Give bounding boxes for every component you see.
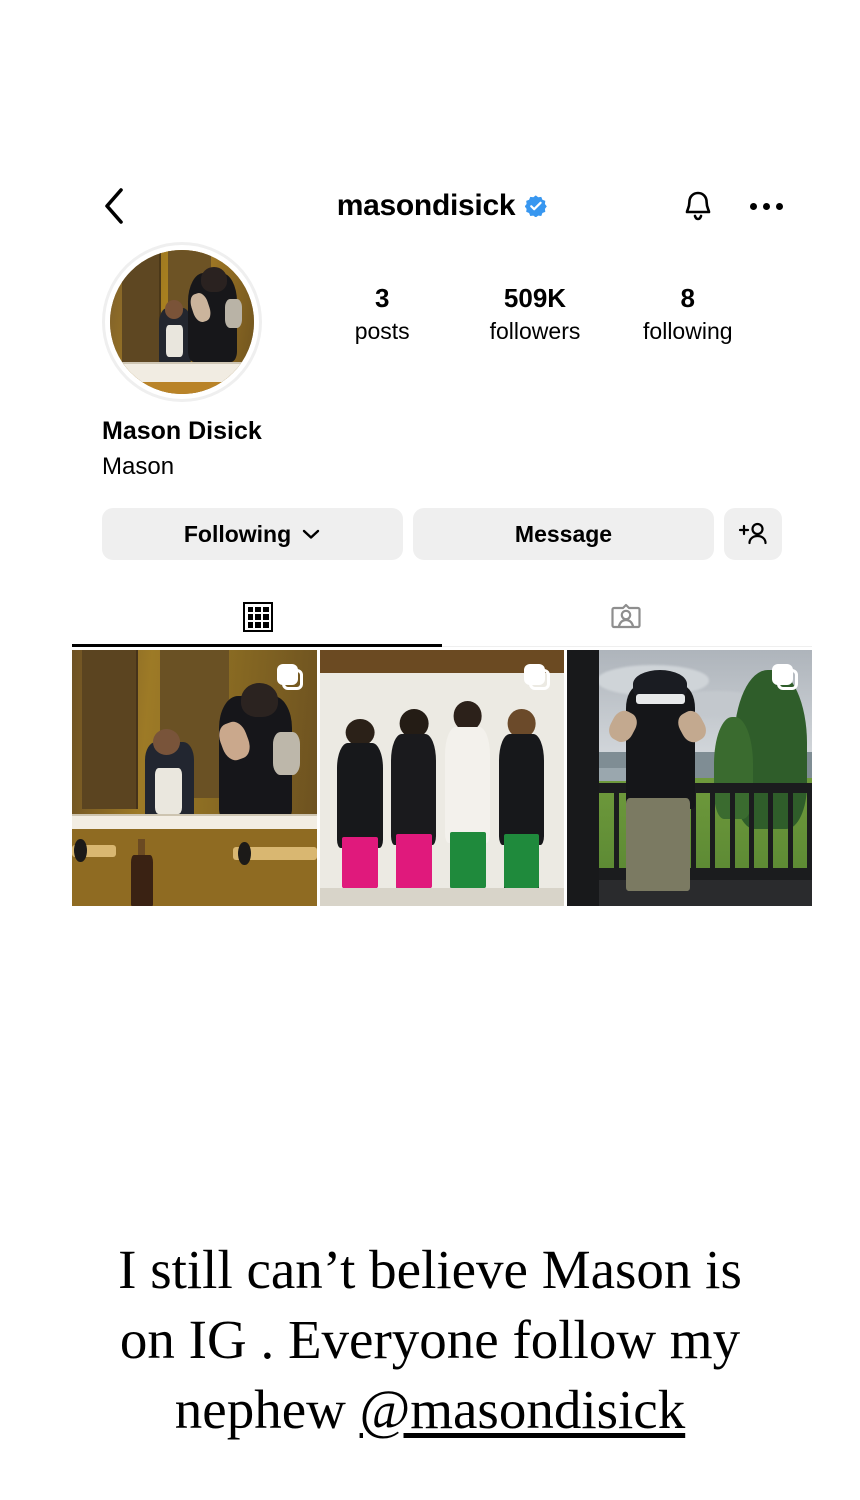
instagram-profile-screenshot: masondisick 3 posts 509K followers 8 fol… bbox=[72, 170, 812, 906]
more-options-icon bbox=[749, 202, 783, 210]
tagged-person-icon bbox=[611, 603, 641, 629]
profile-full-name: Mason Disick bbox=[102, 417, 262, 445]
caption-line-3: nephew @masondisick bbox=[60, 1375, 800, 1445]
profile-stats: 3 posts 509K followers 8 following bbox=[262, 242, 782, 346]
top-navigation-bar: masondisick bbox=[72, 170, 812, 242]
followers-label: followers bbox=[489, 318, 581, 344]
notifications-button[interactable] bbox=[676, 184, 720, 228]
profile-bio-block: Mason Disick Mason bbox=[72, 402, 812, 484]
profile-tabs bbox=[72, 588, 812, 647]
carousel-icon bbox=[772, 664, 798, 690]
caption-mention[interactable]: @masondisick bbox=[360, 1379, 686, 1440]
add-person-icon bbox=[738, 522, 767, 545]
grid-icon bbox=[243, 602, 273, 632]
following-button-label: Following bbox=[183, 520, 292, 547]
caption-line-1: I still can’t believe Mason is bbox=[118, 1239, 742, 1300]
avatar-image bbox=[110, 250, 254, 394]
stat-posts[interactable]: 3 posts bbox=[337, 282, 427, 346]
stat-following[interactable]: 8 following bbox=[643, 282, 733, 346]
stat-followers[interactable]: 509K followers bbox=[490, 282, 581, 346]
following-button[interactable]: Following bbox=[102, 508, 403, 560]
carousel-icon bbox=[276, 664, 303, 690]
chevron-down-icon bbox=[302, 529, 320, 539]
profile-action-buttons: Following Message bbox=[72, 484, 812, 560]
active-tab-underline bbox=[72, 644, 442, 647]
message-button[interactable]: Message bbox=[413, 508, 714, 560]
caption-line-2: on IG . Everyone follow my bbox=[119, 1309, 741, 1370]
profile-header: 3 posts 509K followers 8 following bbox=[72, 242, 812, 402]
posts-count: 3 bbox=[374, 283, 390, 313]
username-label: masondisick bbox=[336, 189, 516, 222]
followers-count: 509K bbox=[503, 283, 567, 313]
profile-bio-text: Mason bbox=[102, 453, 175, 480]
tab-tagged[interactable] bbox=[442, 588, 810, 646]
post-tile-1[interactable] bbox=[72, 650, 317, 906]
add-person-button[interactable] bbox=[724, 508, 782, 560]
post-tile-2[interactable] bbox=[319, 650, 565, 906]
posts-grid bbox=[72, 650, 812, 906]
posts-label: posts bbox=[354, 318, 410, 344]
message-button-label: Message bbox=[514, 520, 613, 547]
carousel-icon bbox=[524, 664, 551, 690]
bell-icon bbox=[685, 191, 711, 221]
tab-grid[interactable] bbox=[74, 588, 442, 646]
avatar[interactable] bbox=[102, 242, 262, 402]
story-canvas: masondisick 3 posts 509K followers 8 fol… bbox=[0, 0, 860, 1500]
story-caption: I still can’t believe Mason is on IG . E… bbox=[0, 1235, 860, 1445]
post-tile-3[interactable] bbox=[567, 650, 812, 906]
following-count: 8 bbox=[680, 283, 696, 313]
verified-badge-icon bbox=[525, 195, 548, 217]
more-options-button[interactable] bbox=[744, 184, 788, 228]
caption-line-3-prefix: nephew bbox=[174, 1379, 360, 1440]
following-label: following bbox=[643, 318, 733, 344]
